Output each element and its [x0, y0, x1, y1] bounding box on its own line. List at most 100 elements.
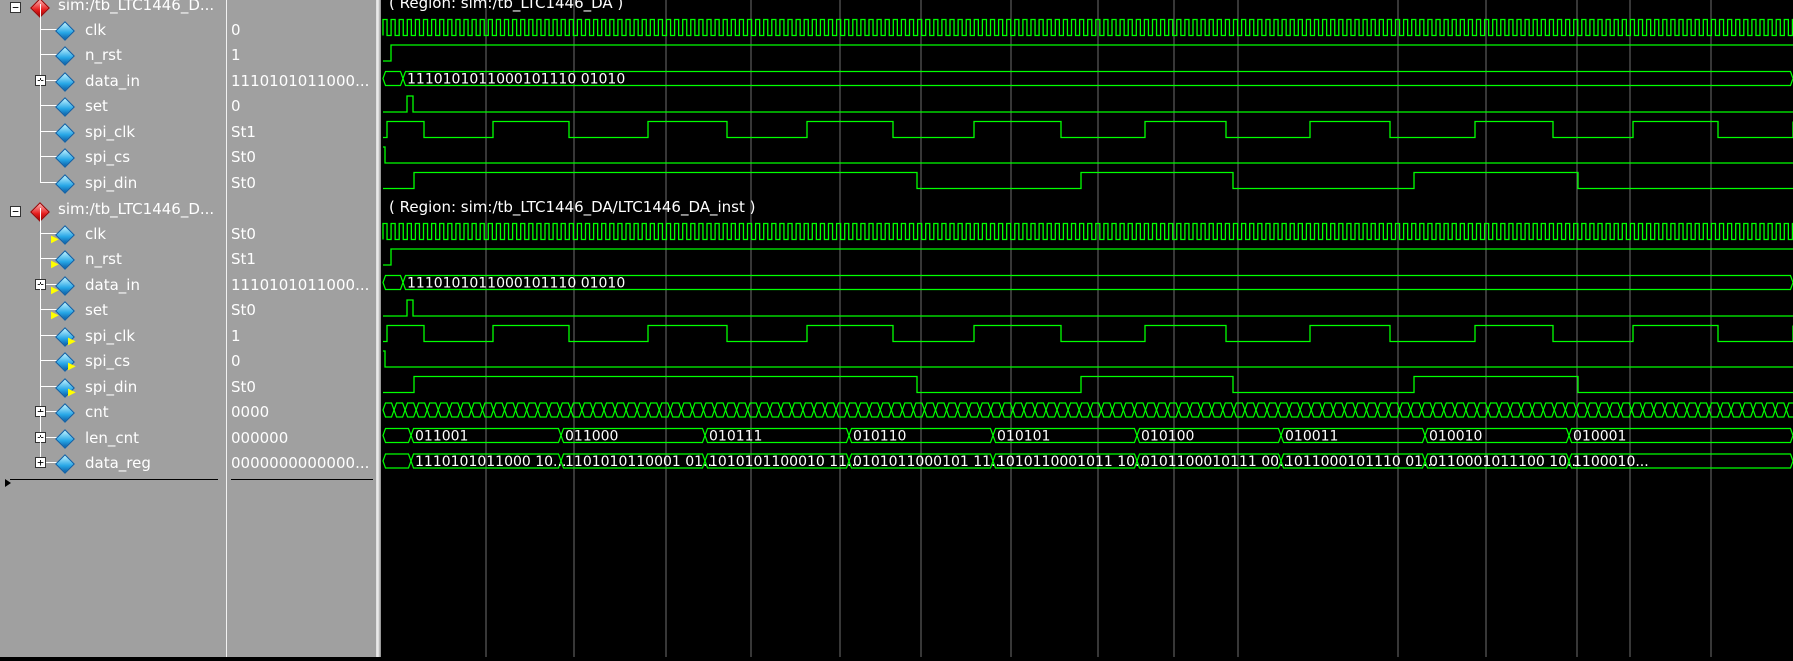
signal-name: cnt [85, 403, 109, 421]
signal-value: 0 [231, 352, 241, 370]
region-label: ( Region: sim:/tb_LTC1446_DA/LTC1446_DA_… [389, 198, 755, 217]
cnt-bus-segment [1277, 402, 1290, 418]
signal-row-clk[interactable]: clk [0, 3, 227, 43]
cnt-bus-segment [1575, 402, 1589, 418]
cnt-bus-segment [1211, 402, 1224, 418]
signal-row-spi_din[interactable]: ▶ spi_din [0, 360, 227, 400]
waveform-canvas[interactable]: ( Region: sim:/tb_LTC1446_DA ) 1110101011… [381, 0, 1793, 657]
signal-value-row[interactable]: 0000 [227, 400, 376, 425]
signal-names-pane[interactable]: −sim:/tb_LTC1446_D...clkn_rst+data_inset… [0, 0, 227, 657]
cnt-bus-segment [1266, 402, 1279, 418]
signal-value-row[interactable]: St0 [227, 375, 376, 400]
cnt-bus-segment [824, 402, 837, 418]
cnt-bus-segment [1664, 402, 1677, 418]
cnt-bus-segment [636, 402, 649, 418]
signal-name: set [85, 97, 108, 115]
cnt-bus-segment [1111, 402, 1124, 418]
cnt-bus-segment [592, 402, 605, 418]
signal-value-row[interactable]: 0 [227, 94, 376, 119]
signal-row-spi_cs[interactable]: spi_cs [0, 131, 227, 170]
signal-value-row[interactable]: St1 [227, 120, 376, 145]
signal-row-spi_clk[interactable]: spi_clk [0, 105, 227, 145]
signal-diamond-icon [55, 454, 75, 474]
signal-row-cnt[interactable]: +cnt [0, 386, 227, 425]
signal-row-data_in[interactable]: +▶data_in [0, 258, 227, 298]
signal-name: data_reg [85, 454, 151, 472]
signal-value: 000000 [231, 428, 289, 447]
cnt-bus-segment [614, 402, 627, 418]
signal-value-row[interactable]: St0 [227, 171, 376, 196]
cnt-bus-segment [735, 402, 749, 418]
signal-row-data_reg[interactable]: + data_reg [0, 437, 227, 476]
spi-din-waveform [383, 171, 1793, 190]
spi-cs-waveform [383, 350, 1793, 368]
bus-segment-label: 010001 [1573, 429, 1626, 445]
cnt-bus-segment [1067, 402, 1080, 418]
spi-clk-waveform [383, 324, 1793, 343]
signal-value-row[interactable]: St0 [227, 145, 376, 170]
waveform-pane[interactable]: ( Region: sim:/tb_LTC1446_DA ) 1110101011… [381, 0, 1793, 657]
signal-value-row[interactable]: 0000000000000... [227, 451, 376, 476]
bus-segment-label: 010111 [709, 429, 762, 445]
bus-segment-label: 010110 [853, 429, 906, 445]
signal-value-row[interactable]: 1110101011000... [227, 273, 376, 298]
cnt-bus-segment [548, 402, 561, 418]
signal-row-clk[interactable]: ▶ clk [0, 207, 227, 247]
cnt-bus-segment [448, 402, 461, 418]
signal-row-len_cnt[interactable]: +len_cnt [0, 411, 227, 451]
selection-line [10, 478, 218, 480]
cnt-bus-segment [669, 402, 682, 418]
cnt-bus-segment [1365, 402, 1379, 418]
signal-value: St0 [231, 224, 256, 243]
cnt-bus-segment [1785, 402, 1793, 418]
bus-segment [382, 70, 404, 87]
cnt-bus-segment [1244, 402, 1257, 418]
signal-value: 0000000000000... [231, 454, 370, 472]
region-label: ( Region: sim:/tb_LTC1446_DA ) [389, 0, 623, 13]
cnt-bus-segment [1222, 402, 1235, 418]
spi-cs-waveform [383, 146, 1793, 164]
collapse-icon[interactable]: − [10, 206, 21, 217]
bus-value-label: 1110101011000101110 01010 [407, 276, 625, 292]
clk-waveform [382, 18, 1793, 37]
signal-value-row[interactable]: 1 [227, 43, 376, 68]
cnt-bus-segment [537, 402, 550, 418]
group-header[interactable]: − sim:/tb_LTC1446_D... [0, 0, 227, 18]
signal-row-spi_cs[interactable]: ▶ spi_cs [0, 335, 227, 374]
signal-value-row[interactable]: 1110101011000... [227, 69, 376, 94]
bus-segment-label: 0101100010111 00... [1141, 454, 1292, 470]
set-waveform [383, 95, 1793, 113]
cnt-bus-segment [459, 402, 473, 418]
cnt-bus-segment [1421, 402, 1434, 418]
signal-value-row[interactable]: St1 [227, 247, 376, 272]
signal-row-spi_clk[interactable]: ▶ spi_clk [0, 309, 227, 349]
signal-value-row[interactable]: St0 [227, 222, 376, 247]
signal-row-n_rst[interactable]: ▶ n_rst [0, 233, 227, 272]
signal-row-set[interactable]: ▶ set [0, 284, 227, 323]
cnt-bus-segment [1752, 402, 1765, 418]
cnt-bus-segment [658, 402, 671, 418]
group-header[interactable]: − sim:/tb_LTC1446_D... [0, 196, 227, 222]
signal-value-row[interactable]: 1 [227, 324, 376, 349]
signal-row-data_in[interactable]: +data_in [0, 54, 227, 94]
cnt-bus-segment [1675, 402, 1688, 418]
signal-row-n_rst[interactable]: n_rst [0, 29, 227, 68]
cnt-bus-segment [1310, 402, 1323, 418]
cnt-bus-segment [1730, 402, 1743, 418]
cnt-bus-segment [724, 402, 738, 418]
port-arrow-icon: ▶ [51, 310, 59, 321]
collapse-icon[interactable]: − [10, 2, 21, 13]
signal-diamond-icon [55, 173, 75, 194]
cnt-bus-segment [1045, 402, 1058, 418]
signal-value-row[interactable]: 0 [227, 18, 376, 43]
signal-value-row[interactable]: St0 [227, 298, 376, 323]
signal-values-pane[interactable]: 0 1 1110101011000... 0 St1 St0 St0 St0 St1 111010… [227, 0, 376, 657]
signal-row-spi_din[interactable]: spi_din [0, 156, 227, 196]
signal-name: spi_clk [85, 326, 136, 345]
signal-row-set[interactable]: set [0, 80, 227, 119]
cnt-bus-segment [1200, 402, 1213, 418]
signal-value-row[interactable]: 0 [227, 349, 376, 374]
signal-value-row[interactable]: 000000 [227, 426, 376, 451]
cnt-bus-segment [747, 402, 760, 418]
expand-icon[interactable]: + [35, 457, 46, 468]
